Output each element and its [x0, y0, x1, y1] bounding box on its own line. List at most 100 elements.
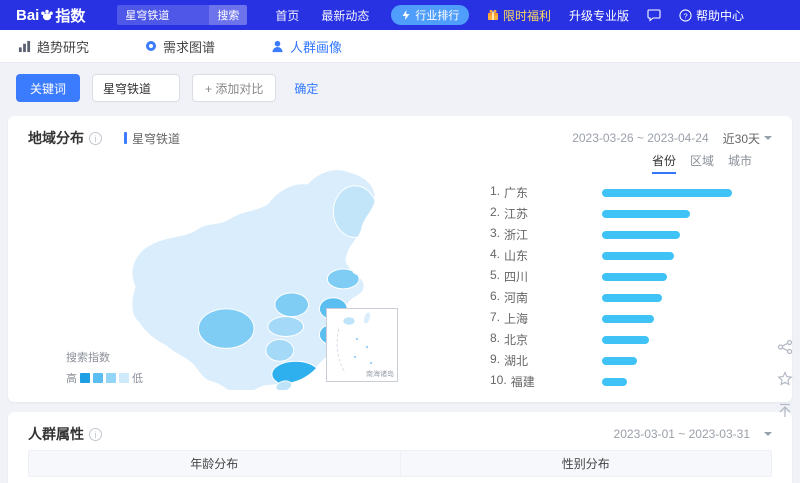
info-icon[interactable]: i: [89, 131, 102, 145]
map-color-legend: 搜索指数 高 低: [66, 349, 143, 386]
help-center-label: 帮助中心: [695, 8, 744, 23]
region-distribution-card: 地域分布 i 星穹铁道 2023-03-26 ~ 2023-04-24 近30天: [8, 116, 792, 402]
tab-trend-research-label: 趋势研究: [37, 39, 90, 55]
nav-industry-rank-pill[interactable]: 行业排行: [391, 5, 470, 25]
navbar-search-input[interactable]: [117, 5, 210, 25]
map-legend-title: 搜索指数: [66, 352, 110, 364]
rank-name: 湖北: [504, 354, 529, 368]
back-to-top-icon[interactable]: [774, 400, 796, 422]
nav-link-news[interactable]: 最新动态: [321, 7, 369, 24]
confirm-button[interactable]: 确定: [294, 80, 318, 97]
keyword-query-bar: 关键词 + 添加对比 确定: [0, 63, 800, 113]
radio-dot-icon: [146, 41, 157, 51]
rank-bar: [602, 272, 667, 281]
demographics-card-title: 人群属性: [28, 426, 84, 442]
question-circle-icon: ?: [679, 8, 692, 22]
navbar-search: 搜索: [117, 5, 248, 25]
rank-row: 9. 湖北: [490, 350, 752, 371]
keyword-type-button[interactable]: 关键词: [16, 74, 81, 102]
keyword-input[interactable]: [92, 74, 181, 102]
rank-number: 9.: [490, 352, 501, 366]
region-card-title: 地域分布: [28, 130, 84, 146]
rank-row: 8. 北京: [490, 329, 752, 350]
rank-tab-province[interactable]: 省份: [651, 152, 676, 174]
navbar-search-button[interactable]: 搜索: [209, 5, 248, 25]
rank-bar: [602, 209, 691, 218]
rank-name: 江苏: [504, 207, 529, 221]
svg-text:?: ?: [683, 11, 687, 20]
rank-bar: [602, 293, 662, 302]
baidu-paw-icon: [41, 9, 54, 21]
region-range-select[interactable]: 近30天: [723, 130, 772, 147]
age-distribution-header: 年龄分布: [190, 457, 239, 471]
rank-name: 北京: [504, 333, 529, 347]
map-legend-high-label: 高: [66, 373, 77, 385]
chevron-down-icon: [764, 136, 772, 140]
region-keyword-legend: 星穹铁道: [124, 130, 180, 147]
limited-promo-link[interactable]: 限时福利: [487, 7, 551, 24]
rank-bar: [602, 188, 732, 197]
logo-latin: Bai: [16, 6, 40, 24]
rank-name: 四川: [504, 270, 529, 284]
limited-promo-label: 限时福利: [502, 8, 551, 23]
rank-row: 10. 福建: [490, 371, 752, 392]
navbar-links: 首页 最新动态 行业排行: [275, 5, 470, 25]
gender-distribution-header: 性别分布: [399, 451, 772, 476]
rank-bar: [602, 251, 674, 260]
trend-chart-icon: [18, 40, 31, 52]
rank-number: 7.: [490, 310, 501, 324]
info-icon[interactable]: i: [89, 427, 102, 441]
tab-trend-research[interactable]: 趋势研究: [18, 37, 89, 56]
legend-swatch-4: [119, 373, 129, 383]
rank-name: 河南: [504, 291, 529, 305]
region-date-range: 2023-03-26 ~ 2023-04-24: [572, 131, 709, 145]
rank-row: 6. 河南: [490, 287, 752, 308]
rank-tab-city[interactable]: 城市: [728, 152, 752, 174]
rank-name: 浙江: [504, 228, 529, 242]
rank-bar: [602, 377, 627, 386]
chat-icon[interactable]: [647, 8, 661, 22]
rank-bar: [602, 230, 680, 239]
rank-number: 8.: [490, 331, 501, 345]
rank-tab-area[interactable]: 区域: [690, 152, 714, 174]
rank-bar: [602, 356, 638, 365]
legend-swatch-3: [106, 373, 116, 383]
rank-row: 7. 上海: [490, 308, 752, 329]
top-navbar: Bai 指数 搜索 首页 最新动态 行业排行 限时福利 升级专业版: [0, 0, 800, 30]
rank-number: 4.: [490, 247, 501, 261]
demographics-card-header: 人群属性 i 2023-03-01 ~ 2023-03-31: [8, 412, 792, 450]
upgrade-pro-link[interactable]: 升级专业版: [569, 7, 629, 24]
baidu-index-logo[interactable]: Bai 指数: [16, 5, 85, 26]
rank-bar: [602, 314, 654, 323]
rank-number: 5.: [490, 268, 501, 282]
tab-crowd-portrait-label: 人群画像: [290, 39, 343, 55]
rank-number: 1.: [490, 184, 501, 198]
rank-row: 1. 广东: [490, 182, 752, 203]
region-card-header: 地域分布 i 星穹铁道 2023-03-26 ~ 2023-04-24 近30天: [8, 116, 792, 156]
south-china-sea-inset: 南海诸岛: [326, 308, 398, 382]
region-range-select-label: 近30天: [722, 131, 760, 146]
rank-number: 3.: [490, 226, 501, 240]
navbar-right: 限时福利 升级专业版 ? 帮助中心: [487, 7, 744, 24]
gift-icon: [487, 9, 498, 20]
rank-row: 3. 浙江: [490, 224, 752, 245]
help-center-link[interactable]: ? 帮助中心: [679, 7, 744, 24]
rank-name: 山东: [504, 249, 529, 263]
province-ranking: 省份 区域 城市 1. 广东 2. 江苏 3. 浙江 4. 山东 5. 四川 6. 河南: [490, 152, 752, 392]
legend-swatch-1: [80, 373, 90, 383]
share-icon[interactable]: [774, 336, 796, 358]
nav-link-home[interactable]: 首页: [275, 7, 299, 24]
person-icon: [272, 40, 283, 52]
logo-cn: 指数: [55, 7, 86, 25]
star-icon[interactable]: [774, 368, 796, 390]
rank-number: 2.: [490, 205, 501, 219]
chevron-down-icon[interactable]: [764, 432, 772, 436]
legend-swatch-2: [93, 373, 103, 383]
tab-crowd-portrait[interactable]: 人群画像: [271, 37, 342, 56]
add-compare-button[interactable]: + 添加对比: [192, 74, 277, 102]
map-legend-low-label: 低: [132, 373, 143, 385]
tab-demand-graph[interactable]: 需求图谱: [145, 37, 215, 56]
demographics-card: 人群属性 i 2023-03-01 ~ 2023-03-31 年龄分布 性别分布…: [8, 412, 792, 483]
rank-number: 6.: [490, 289, 501, 303]
demographics-date-range: 2023-03-01 ~ 2023-03-31: [613, 427, 750, 441]
